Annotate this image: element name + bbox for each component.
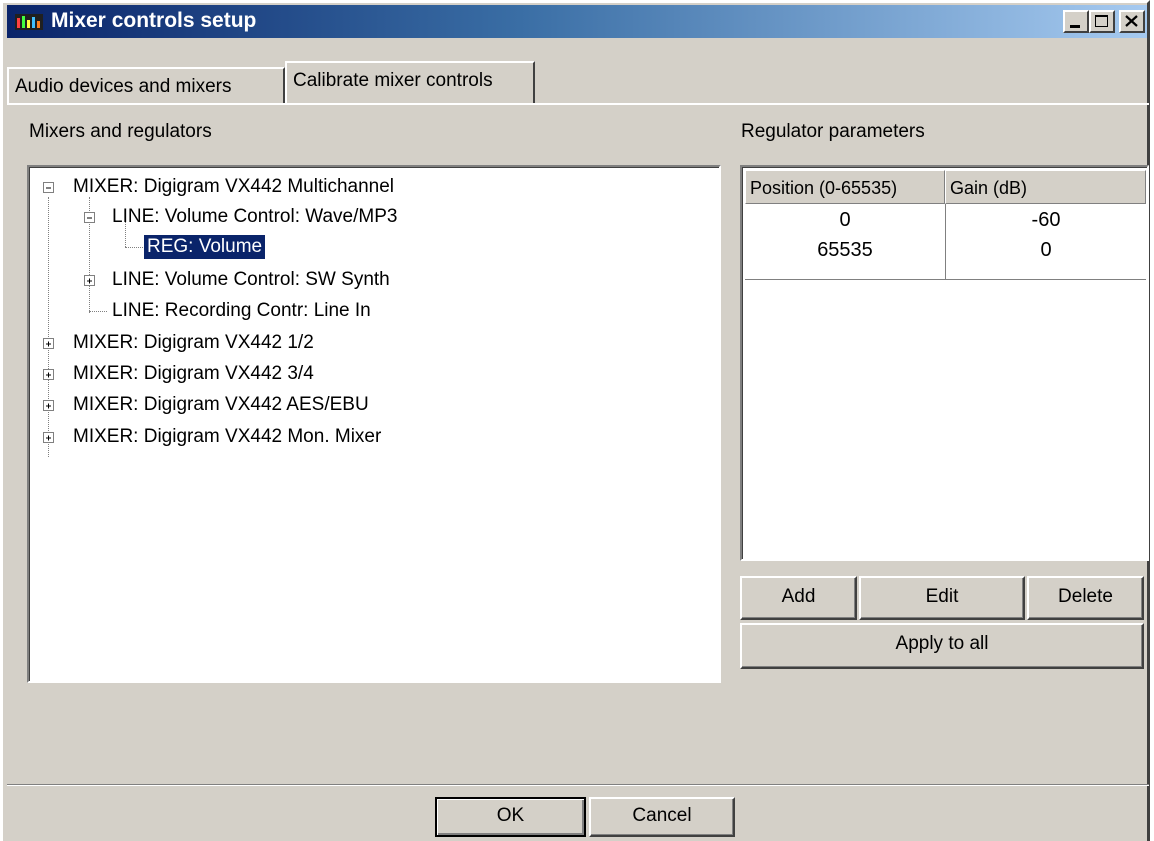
column-header-position[interactable]: Position (0-65535) xyxy=(745,170,945,204)
footer-divider xyxy=(7,785,1149,786)
tree-item-label: MIXER: Digigram VX442 Mon. Mixer xyxy=(73,426,382,447)
grid-cell-position[interactable]: 0 xyxy=(745,205,945,235)
collapse-icon[interactable] xyxy=(43,182,54,193)
tree-item-label: LINE: Recording Contr: Line In xyxy=(112,300,371,321)
maximize-button[interactable] xyxy=(1089,10,1115,33)
edit-button[interactable]: Edit xyxy=(859,576,1025,620)
mixers-tree[interactable]: MIXER: Digigram VX442 Multichannel LINE:… xyxy=(27,165,721,683)
regulator-parameters-label: Regulator parameters xyxy=(741,121,925,142)
delete-button[interactable]: Delete xyxy=(1027,576,1144,620)
ok-button[interactable]: OK xyxy=(435,797,586,837)
expand-icon[interactable] xyxy=(43,369,54,380)
mixer-app-icon xyxy=(15,14,43,30)
title-bar[interactable]: Mixer controls setup xyxy=(7,5,1147,38)
close-icon xyxy=(1125,15,1138,27)
column-header-gain[interactable]: Gain (dB) xyxy=(945,170,1146,204)
tree-connector xyxy=(48,197,50,457)
grid-row-divider xyxy=(745,279,1146,280)
tree-item-label: MIXER: Digigram VX442 3/4 xyxy=(73,363,314,384)
grid-cell-gain[interactable]: 0 xyxy=(946,235,1146,265)
tree-item-label: MIXER: Digigram VX442 1/2 xyxy=(73,332,314,353)
expand-icon[interactable] xyxy=(43,432,54,443)
tree-item-label: LINE: Volume Control: Wave/MP3 xyxy=(112,206,398,227)
tree-item-label: REG: Volume xyxy=(144,235,266,259)
add-button[interactable]: Add xyxy=(740,576,857,620)
expand-icon[interactable] xyxy=(84,275,95,286)
grid-cell-gain[interactable]: -60 xyxy=(946,205,1146,235)
minimize-button[interactable] xyxy=(1063,10,1089,33)
tab-calibrate-mixer-controls[interactable]: Calibrate mixer controls xyxy=(285,61,535,105)
mixer-controls-setup-window: Mixer controls setup Audio devices and m… xyxy=(0,0,1150,841)
close-button[interactable] xyxy=(1119,10,1145,33)
cancel-button[interactable]: Cancel xyxy=(589,797,735,837)
expand-icon[interactable] xyxy=(43,338,54,349)
regulator-parameters-grid[interactable]: Position (0-65535) Gain (dB) 0 -60 65535… xyxy=(740,165,1149,561)
maximize-icon xyxy=(1095,15,1108,27)
minimize-icon xyxy=(1070,25,1080,28)
grid-cell-position[interactable]: 65535 xyxy=(745,235,945,265)
tree-item-label: MIXER: Digigram VX442 AES/EBU xyxy=(73,394,369,415)
mixers-regulators-label: Mixers and regulators xyxy=(29,121,212,142)
apply-to-all-button[interactable]: Apply to all xyxy=(740,623,1144,669)
tree-connector xyxy=(125,247,143,249)
tree-item-label: MIXER: Digigram VX442 Multichannel xyxy=(73,176,395,197)
tab-audio-devices[interactable]: Audio devices and mixers xyxy=(7,67,285,105)
collapse-icon[interactable] xyxy=(84,212,95,223)
expand-icon[interactable] xyxy=(43,400,54,411)
window-title: Mixer controls setup xyxy=(51,9,257,32)
tree-connector xyxy=(89,311,107,313)
tree-item-label: LINE: Volume Control: SW Synth xyxy=(112,269,390,290)
